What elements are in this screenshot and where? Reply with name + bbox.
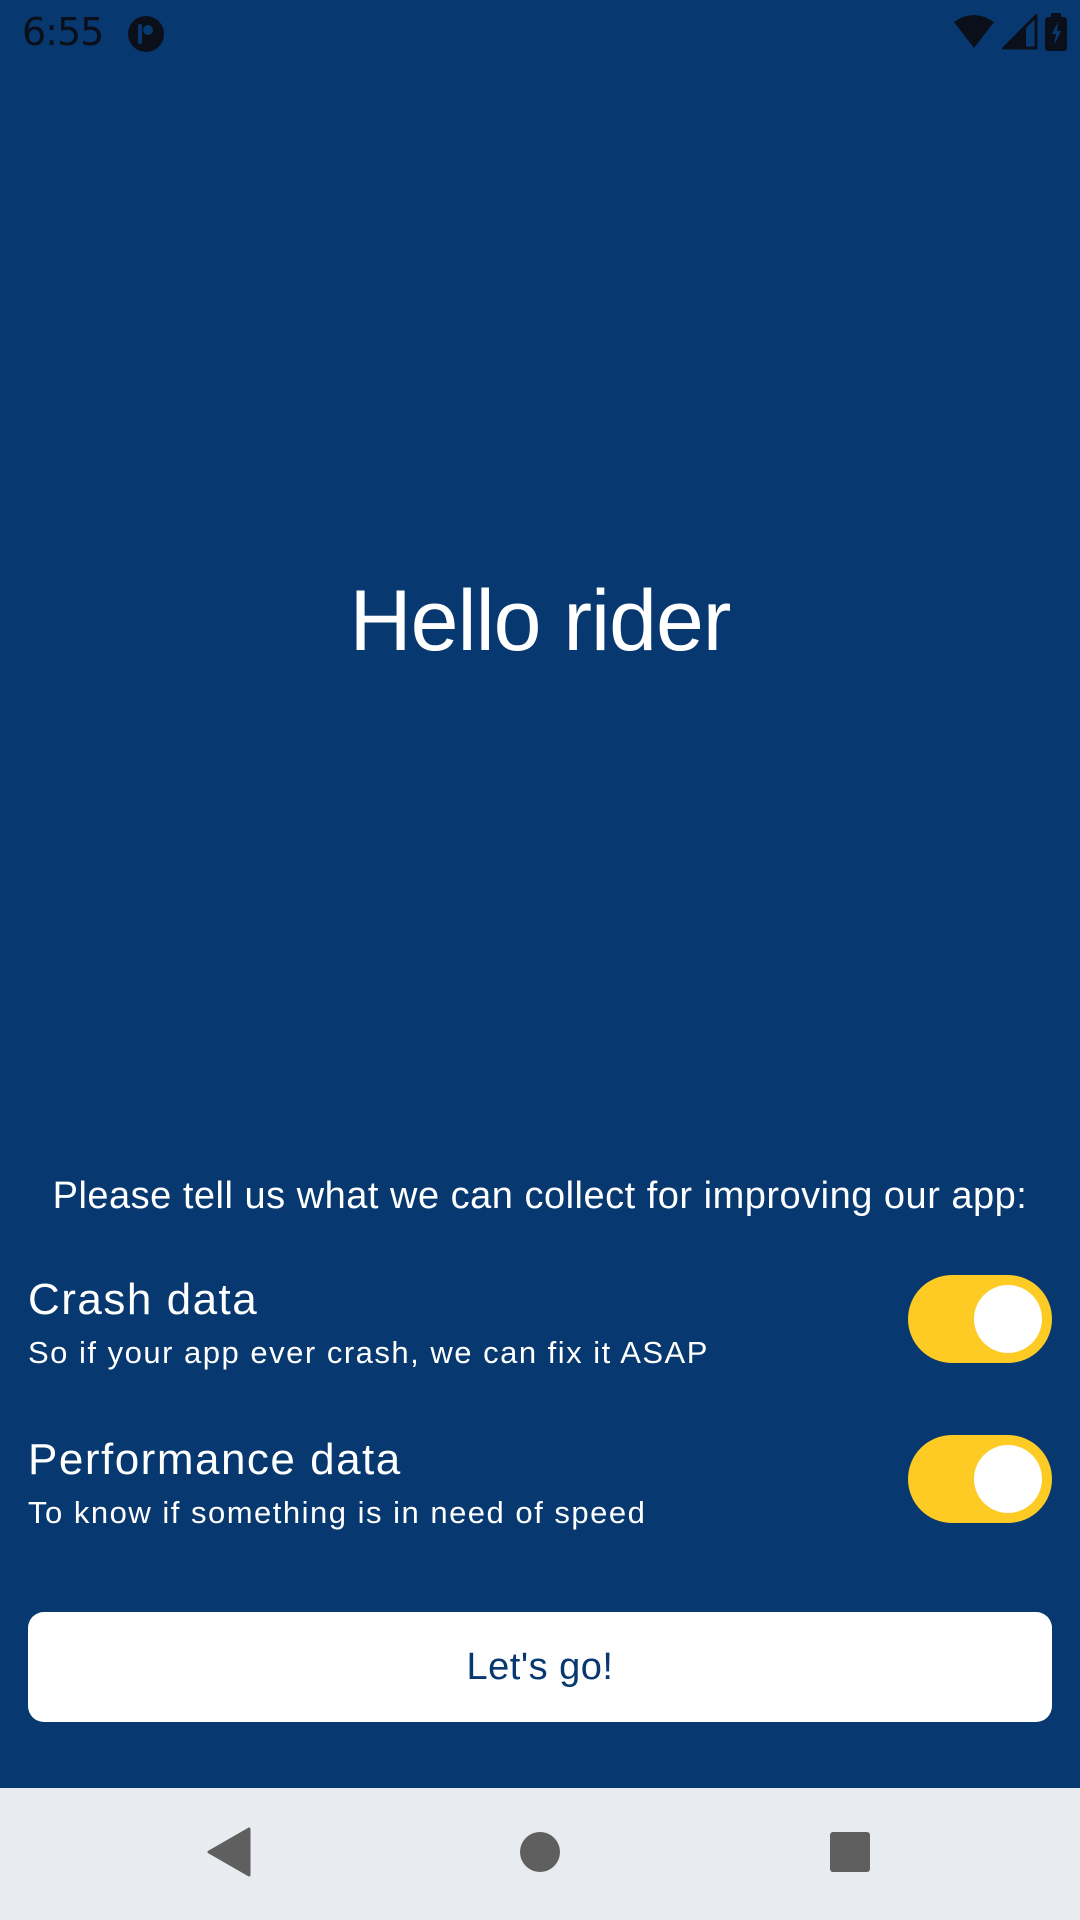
battery-charging-icon bbox=[1044, 13, 1068, 55]
page-title: Hello rider bbox=[349, 573, 732, 669]
cellular-signal-icon bbox=[1000, 12, 1038, 54]
lets-go-button[interactable]: Let's go! bbox=[28, 1612, 1052, 1722]
navigation-bar bbox=[0, 1788, 1080, 1920]
performance-data-description: To know if something is in need of speed bbox=[28, 1495, 647, 1530]
screen: 6:55 Hello rider Please tell us what we … bbox=[0, 0, 1080, 1920]
crash-data-toggle[interactable] bbox=[908, 1275, 1052, 1363]
performance-data-setting: Performance data To know if something is… bbox=[28, 1435, 1052, 1545]
home-button[interactable] bbox=[474, 1788, 606, 1920]
consent-prompt: Please tell us what we can collect for i… bbox=[52, 1175, 1028, 1217]
app-notification-icon bbox=[126, 14, 166, 54]
performance-data-toggle[interactable] bbox=[908, 1435, 1052, 1523]
crash-data-title: Crash data bbox=[28, 1275, 259, 1324]
toggle-knob bbox=[974, 1445, 1042, 1513]
crash-data-description: So if your app ever crash, we can fix it… bbox=[28, 1335, 709, 1370]
toggle-knob bbox=[974, 1285, 1042, 1353]
status-time: 6:55 bbox=[22, 10, 104, 54]
status-bar: 6:55 bbox=[0, 0, 1080, 68]
crash-data-setting: Crash data So if your app ever crash, we… bbox=[28, 1275, 1052, 1385]
recents-button[interactable] bbox=[784, 1788, 916, 1920]
performance-data-title: Performance data bbox=[28, 1435, 402, 1484]
back-icon bbox=[205, 1827, 251, 1881]
wifi-icon bbox=[952, 14, 996, 54]
home-icon bbox=[519, 1831, 561, 1877]
back-button[interactable] bbox=[162, 1788, 294, 1920]
status-icons bbox=[952, 12, 1068, 55]
recents-icon bbox=[829, 1831, 871, 1877]
